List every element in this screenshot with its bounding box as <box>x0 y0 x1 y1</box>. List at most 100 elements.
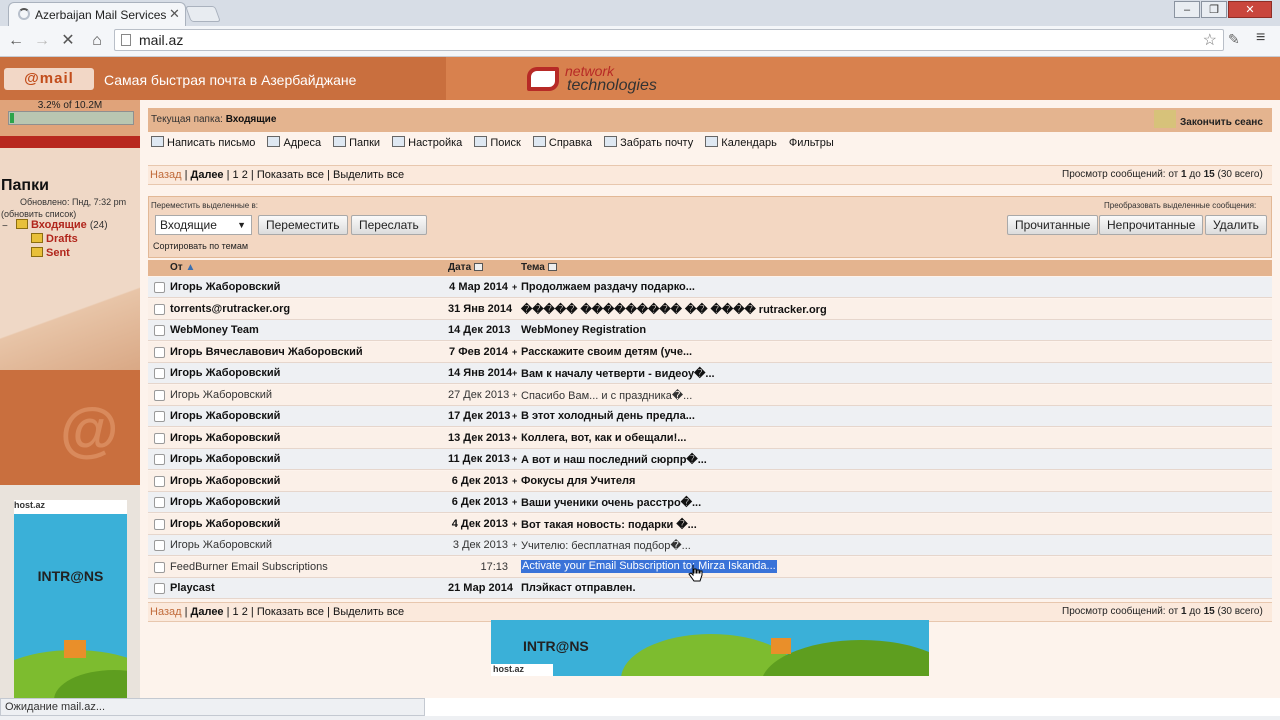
message-row[interactable]: Игорь Жаборовский 6 Дек 2013 + Фокусы для У… <box>148 471 1272 492</box>
message-from[interactable]: Игорь Жаборовский <box>170 281 280 293</box>
new-tab-button[interactable] <box>185 6 221 22</box>
sort-by-thread-link[interactable]: Сортировать по темам <box>153 241 248 251</box>
message-checkbox[interactable] <box>154 562 165 573</box>
extension-icon[interactable]: ✎ <box>1228 31 1240 48</box>
menu-fetch-mail[interactable]: Забрать почту <box>604 136 693 149</box>
message-subject[interactable]: Вам к началу четверти - видеоу�... <box>521 367 715 380</box>
message-from[interactable]: Игорь Жаборовский <box>170 389 272 401</box>
menu-compose[interactable]: Написать письмо <box>151 136 255 149</box>
message-checkbox[interactable] <box>154 282 165 293</box>
message-row[interactable]: Игорь Жаборовский 13 Дек 2013 + Коллега, во… <box>148 428 1272 449</box>
message-subject[interactable]: WebMoney Registration <box>521 324 646 336</box>
folder-drafts[interactable]: Drafts <box>31 233 78 245</box>
pager-show-all[interactable]: Показать все <box>257 606 324 618</box>
message-checkbox[interactable] <box>154 304 165 315</box>
message-from[interactable]: Игорь Жаборовский <box>170 432 280 444</box>
message-subject[interactable]: Учителю: бесплатная подбор�... <box>521 539 691 552</box>
message-checkbox[interactable] <box>154 433 165 444</box>
message-subject[interactable]: Плэйкаст отправлен. <box>521 582 636 594</box>
message-row[interactable]: Игорь Жаборовский 27 Дек 2013 + Спасибо Вам… <box>148 385 1272 406</box>
message-checkbox[interactable] <box>154 540 165 551</box>
pager-back[interactable]: Назад <box>150 606 182 618</box>
message-row[interactable]: Игорь Жаборовский 3 Дек 2013 + Учителю: бес… <box>148 535 1272 556</box>
folder-inbox[interactable]: Входящие (24) <box>16 219 108 231</box>
message-subject[interactable]: Продолжаем раздачу подарко... <box>521 281 695 293</box>
logout-button[interactable]: Закончить сеанс <box>1154 110 1263 128</box>
message-from[interactable]: torrents@rutracker.org <box>170 303 290 315</box>
mark-unread-button[interactable]: Непрочитанные <box>1099 215 1204 235</box>
maximize-button[interactable]: ❐ <box>1201 1 1227 18</box>
menu-filters[interactable]: Фильтры <box>789 137 834 149</box>
pager-next[interactable]: Далее <box>191 169 224 181</box>
message-row[interactable]: Игорь Жаборовский 11 Дек 2013 + А вот и наш… <box>148 449 1272 470</box>
message-checkbox[interactable] <box>154 476 165 487</box>
sidebar-ad-banner[interactable]: host.az INTR@NS <box>14 500 127 698</box>
message-from[interactable]: Игорь Жаборовский <box>170 518 280 530</box>
message-subject[interactable]: В этот холодный день предла... <box>521 410 695 422</box>
message-row[interactable]: Игорь Жаборовский 14 Янв 2014 + Вам к начал… <box>148 363 1272 384</box>
message-row[interactable]: Игорь Жаборовский 4 Мар 2014 + Продолжаем р… <box>148 277 1272 298</box>
pager-show-all[interactable]: Показать все <box>257 169 324 181</box>
message-checkbox[interactable] <box>154 519 165 530</box>
message-from[interactable]: Игорь Жаборовский <box>170 475 280 487</box>
stop-icon[interactable]: ✕ <box>57 31 79 51</box>
menu-calendar[interactable]: Календарь <box>705 136 777 149</box>
message-from[interactable]: Игорь Вячеславович Жаборовский <box>170 346 363 358</box>
message-row[interactable]: FeedBurner Email Subscriptions 17:13 Activ… <box>148 557 1272 578</box>
message-row[interactable]: WebMoney Team 14 Дек 2013 WebMoney Registr… <box>148 320 1272 341</box>
menu-settings[interactable]: Настройка <box>392 136 462 149</box>
tree-collapse-icon[interactable]: − <box>2 221 8 232</box>
forward-button[interactable]: Переслать <box>351 215 427 235</box>
message-subject[interactable]: Activate your Email Subscription to: Mir… <box>521 560 777 573</box>
pager-page-2[interactable]: 2 <box>242 169 248 181</box>
pager-page-1[interactable]: 1 <box>233 169 239 181</box>
move-folder-select[interactable]: Входящие ▼ <box>155 215 252 235</box>
message-checkbox[interactable] <box>154 368 165 379</box>
message-checkbox[interactable] <box>154 583 165 594</box>
message-row[interactable]: Игорь Жаборовский 17 Дек 2013 + В этот холо… <box>148 406 1272 427</box>
menu-folders[interactable]: Папки <box>333 136 380 149</box>
pager-select-all[interactable]: Выделить все <box>333 606 404 618</box>
pager-back[interactable]: Назад <box>150 169 182 181</box>
pager-select-all[interactable]: Выделить все <box>333 169 404 181</box>
message-subject[interactable]: Вот такая новость: подарки �... <box>521 518 697 531</box>
column-date[interactable]: Дата <box>448 262 484 273</box>
close-window-button[interactable]: ✕ <box>1228 1 1272 18</box>
message-row[interactable]: torrents@rutracker.org 31 Янв 2014 ����� �… <box>148 299 1272 320</box>
mark-read-button[interactable]: Прочитанные <box>1007 215 1099 235</box>
message-subject[interactable]: ����� ��������� �� ���� rutracker.org <box>521 303 827 316</box>
message-from[interactable]: Игорь Жаборовский <box>170 367 280 379</box>
mail-az-logo[interactable]: @mail <box>4 68 94 90</box>
message-from[interactable]: Игорь Жаборовский <box>170 453 280 465</box>
column-from[interactable]: От ▲ <box>170 262 195 273</box>
browser-menu-icon[interactable]: ≡ <box>1256 29 1265 47</box>
message-from[interactable]: Игорь Жаборовский <box>170 539 272 551</box>
move-button[interactable]: Переместить <box>258 215 348 235</box>
column-subject[interactable]: Тема <box>521 262 557 273</box>
refresh-folders-link[interactable]: (обновить список) <box>1 209 76 219</box>
message-checkbox[interactable] <box>154 454 165 465</box>
tab-close-icon[interactable]: ✕ <box>169 6 180 22</box>
message-from[interactable]: WebMoney Team <box>170 324 259 336</box>
message-subject[interactable]: Фокусы для Учителя <box>521 475 635 487</box>
bottom-ad-banner[interactable]: INTR@NS host.az <box>491 620 929 676</box>
message-from[interactable]: Игорь Жаборовский <box>170 410 280 422</box>
message-from[interactable]: FeedBurner Email Subscriptions <box>170 561 328 573</box>
minimize-button[interactable]: – <box>1174 1 1200 18</box>
message-subject[interactable]: Ваши ученики очень расстро�... <box>521 496 701 509</box>
menu-search[interactable]: Поиск <box>474 136 521 149</box>
pager-page-1[interactable]: 1 <box>233 606 239 618</box>
message-checkbox[interactable] <box>154 347 165 358</box>
message-checkbox[interactable] <box>154 325 165 336</box>
message-row[interactable]: Playcast 21 Мар 2014 Плэйкаст отправлен. <box>148 578 1272 599</box>
menu-addresses[interactable]: Адреса <box>267 136 321 149</box>
folder-sent[interactable]: Sent <box>31 247 70 259</box>
message-checkbox[interactable] <box>154 497 165 508</box>
message-subject[interactable]: Спасибо Вам... и с праздника�... <box>521 389 692 402</box>
forward-icon[interactable]: → <box>31 31 53 51</box>
delete-button[interactable]: Удалить <box>1205 215 1267 235</box>
message-subject[interactable]: А вот и наш последний сюрпр�... <box>521 453 707 466</box>
folders-title[interactable]: Папки <box>1 177 49 195</box>
url-text[interactable]: mail.az <box>139 32 183 48</box>
pager-next[interactable]: Далее <box>191 606 224 618</box>
